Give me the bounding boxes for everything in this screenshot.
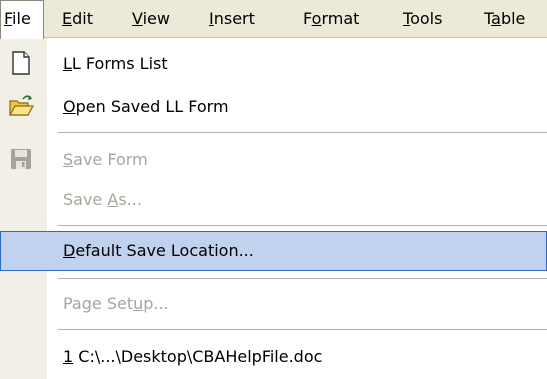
file-menu-dropdown: LL Forms List Open Saved LL Form Save Fo… <box>0 38 547 379</box>
open-saved-accesskey: O <box>63 97 76 116</box>
menu-tools[interactable]: Tools <box>403 0 442 38</box>
recent-file-accesskey: 1 <box>63 347 74 366</box>
menu-file[interactable]: File <box>0 0 44 39</box>
save-disk-icon <box>8 146 34 172</box>
page-setup-accesskey: u <box>133 294 144 313</box>
save-as-accesskey: A <box>107 190 119 209</box>
menu-bar: File Edit View Insert Format Tools Table <box>0 0 547 39</box>
menu-item-page-setup[interactable]: Page Setup... <box>0 284 547 324</box>
menu-format[interactable]: Format <box>303 0 359 38</box>
save-form-accesskey: S <box>63 150 74 169</box>
open-folder-icon <box>8 93 35 119</box>
new-document-icon <box>8 50 34 76</box>
menu-tools-accesskey: T <box>403 9 411 28</box>
menu-insert[interactable]: Insert <box>209 0 255 38</box>
menu-item-recent-file-1[interactable]: 1 C:\...\Desktop\CBAHelpFile.doc <box>0 337 547 377</box>
menu-table-accesskey: a <box>491 9 501 28</box>
menu-item-ll-forms-list[interactable]: LL Forms List <box>0 44 547 84</box>
menu-item-save-as[interactable]: Save As... <box>0 180 547 220</box>
menu-separator <box>58 329 547 330</box>
default-save-location-accesskey: D <box>63 241 76 260</box>
menu-format-accesskey: o <box>311 9 322 28</box>
menu-separator <box>58 132 547 133</box>
menu-separator <box>58 278 547 279</box>
menu-edit[interactable]: Edit <box>62 0 93 38</box>
menu-view[interactable]: View <box>132 0 170 38</box>
menu-item-save-form[interactable]: Save Form <box>0 140 547 180</box>
menu-table[interactable]: Table <box>484 0 525 38</box>
menu-item-open-saved-ll-form[interactable]: Open Saved LL Form <box>0 87 547 127</box>
ll-forms-list-accesskey: L <box>63 54 72 73</box>
menu-item-default-save-location[interactable]: Default Save Location... <box>0 231 547 271</box>
menu-file-accesskey: F <box>4 9 13 28</box>
menu-edit-accesskey: E <box>62 9 73 28</box>
menu-separator <box>58 225 547 226</box>
menu-view-accesskey: V <box>132 9 143 28</box>
